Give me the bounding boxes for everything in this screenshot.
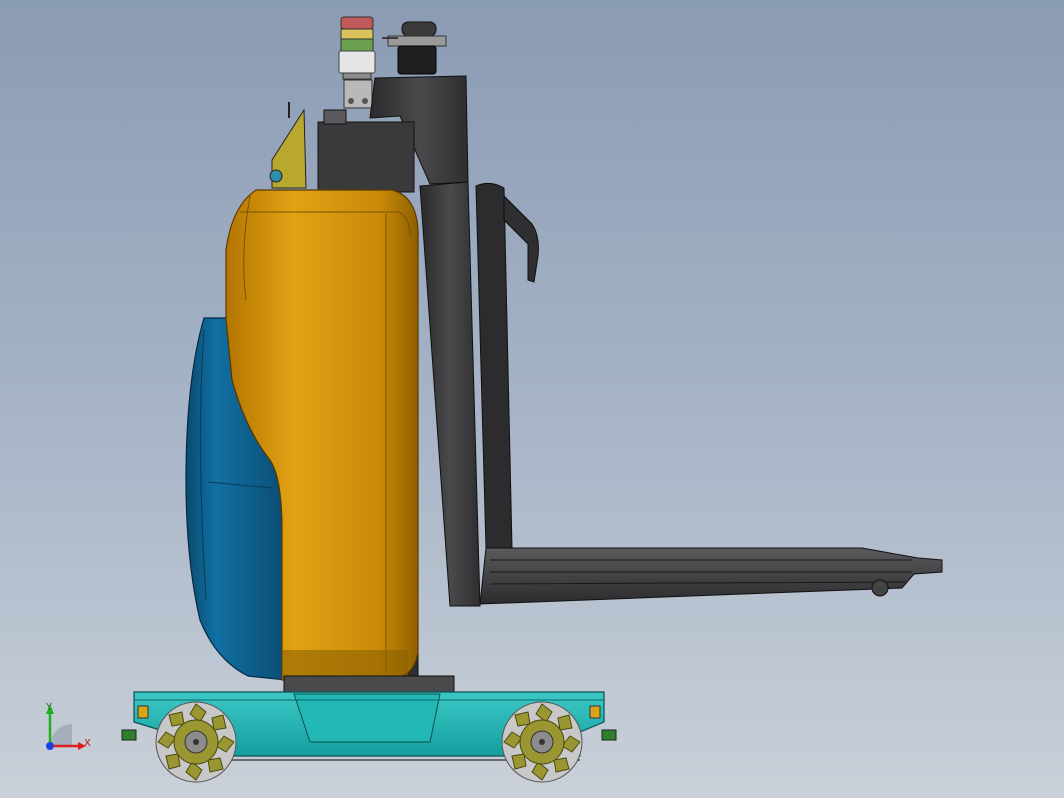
mount-bracket (343, 79, 373, 109)
cad-viewport[interactable]: Y X (0, 0, 1064, 798)
control-panel[interactable] (269, 102, 307, 189)
fork-carriage[interactable] (475, 182, 539, 549)
pallet-fork[interactable] (479, 547, 943, 605)
mecanum-wheel-front[interactable] (501, 701, 583, 783)
mecanum-wheel-rear[interactable] (155, 701, 237, 783)
lidar-sensor[interactable] (382, 21, 447, 75)
agv-forklift-model[interactable]: Y X (0, 0, 1064, 798)
y-axis-label: Y (45, 702, 53, 713)
x-axis-label: X (84, 738, 91, 749)
coordinate-triad: Y X (45, 702, 91, 750)
signal-tower-light[interactable] (338, 16, 376, 80)
z-axis-dot (46, 742, 54, 750)
column-base (283, 675, 455, 695)
